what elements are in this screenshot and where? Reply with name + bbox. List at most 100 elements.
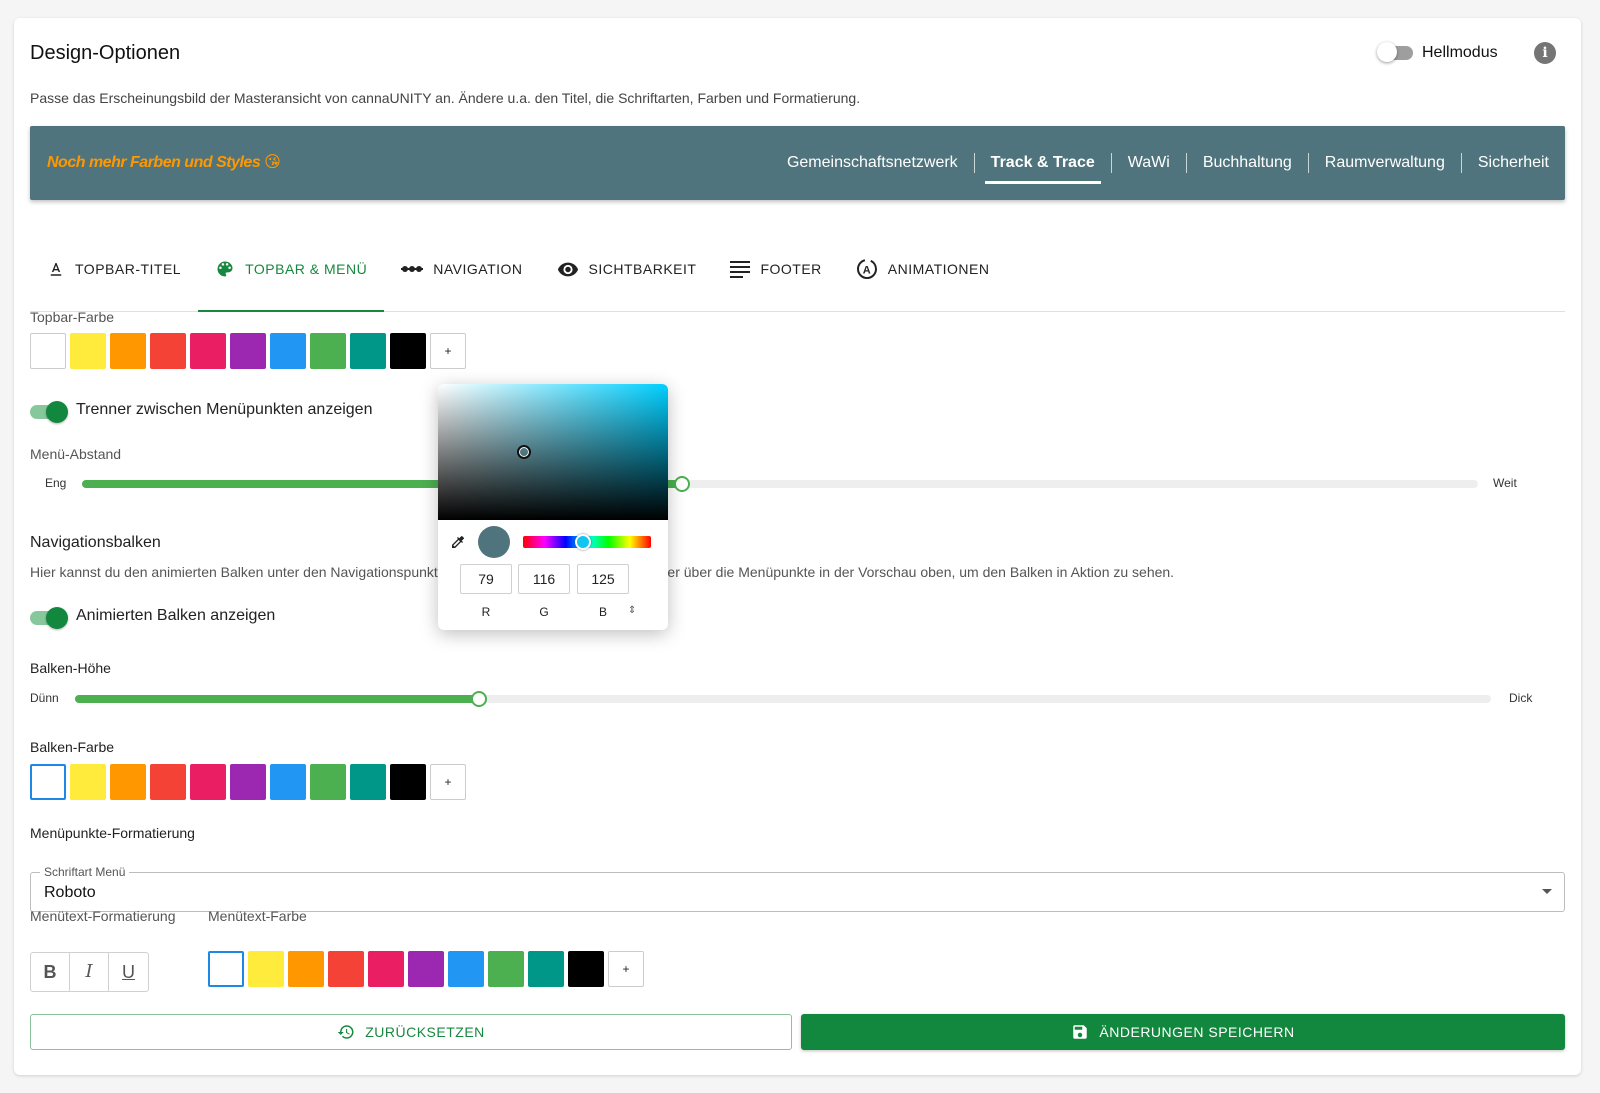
chevron-down-icon: [1542, 889, 1552, 894]
color-swatch-teal[interactable]: [350, 333, 386, 369]
color-swatch-purple[interactable]: [230, 333, 266, 369]
light-mode-switch[interactable]: [1377, 42, 1413, 62]
hue-thumb[interactable]: [575, 534, 592, 550]
custom-color-button[interactable]: +: [430, 333, 466, 369]
color-swatch-purple[interactable]: [408, 951, 444, 987]
text-format-icon: [47, 260, 65, 278]
palette-icon: [215, 259, 235, 279]
menu-spacing-slider[interactable]: [82, 476, 1478, 492]
color-swatch-black[interactable]: [390, 333, 426, 369]
light-mode-label: Hellmodus: [1422, 44, 1498, 61]
color-swatch-orange[interactable]: [110, 764, 146, 800]
underline-button[interactable]: U: [109, 953, 148, 991]
menu-spacing-label: Menü-Abstand: [30, 446, 122, 462]
bold-button[interactable]: B: [31, 953, 70, 991]
tab-navigation[interactable]: NAVIGATION: [384, 226, 539, 311]
green-input[interactable]: 116: [518, 564, 570, 594]
color-swatch-yellow[interactable]: [70, 333, 106, 369]
custom-color-button[interactable]: +: [608, 951, 644, 987]
tab-footer[interactable]: FOOTER: [713, 226, 838, 311]
tab-sichtbarkeit[interactable]: SICHTBARKEIT: [540, 226, 714, 311]
save-icon: [1073, 1025, 1088, 1039]
format-toggle-icon[interactable]: ⇕: [628, 605, 636, 616]
blue-input[interactable]: 125: [577, 564, 629, 594]
info-icon[interactable]: i: [1534, 42, 1556, 64]
bar-height-slider[interactable]: [75, 691, 1491, 707]
color-swatch-pink[interactable]: [190, 333, 226, 369]
color-swatch-orange[interactable]: [110, 333, 146, 369]
saturation-cursor[interactable]: [517, 445, 531, 459]
bar-height-max-label: Dick: [1509, 691, 1533, 705]
color-swatch-blue[interactable]: [270, 333, 306, 369]
blue-label: B: [598, 605, 607, 619]
menu-font-value: Roboto: [44, 884, 96, 901]
saturation-area[interactable]: [438, 384, 668, 520]
preview-menu-item-sicherheit[interactable]: Sicherheit: [1462, 126, 1565, 200]
tab-topbar-titel[interactable]: TOPBAR-TITEL: [30, 226, 198, 311]
color-swatch-yellow[interactable]: [70, 764, 106, 800]
eye-icon: [557, 261, 579, 277]
reset-button[interactable]: ZURÜCKSETZEN: [30, 1014, 792, 1050]
color-swatch-pink[interactable]: [190, 764, 226, 800]
color-swatch-blue[interactable]: [270, 764, 306, 800]
color-swatch-pink[interactable]: [368, 951, 404, 987]
text-format-label: Menütext-Formatierung: [30, 908, 176, 924]
tab-animationen[interactable]: A ANIMATIONEN: [839, 226, 1007, 311]
color-picker-popover: 79 116 125 R G B ⇕: [438, 384, 668, 630]
save-button-label: ÄNDERUNGEN SPEICHERN: [1099, 1024, 1295, 1040]
animated-bar-toggle[interactable]: [30, 607, 68, 629]
current-color-preview: [478, 526, 510, 558]
italic-button[interactable]: I: [70, 953, 109, 991]
color-swatch-yellow[interactable]: [248, 951, 284, 987]
red-input[interactable]: 79: [460, 564, 512, 594]
bar-height-min-label: Dünn: [30, 691, 59, 705]
restore-icon: [337, 1025, 354, 1039]
color-swatch-red[interactable]: [150, 333, 186, 369]
menu-spacing-max-label: Weit: [1493, 476, 1517, 490]
topbar-color-swatches: +: [30, 333, 470, 369]
color-swatch-black[interactable]: [568, 951, 604, 987]
hue-slider[interactable]: [523, 534, 651, 550]
preview-menu-item-gemeinschaftsnetzwerk[interactable]: Gemeinschaftsnetzwerk: [771, 126, 974, 200]
color-swatch-red[interactable]: [328, 951, 364, 987]
preview-menu-item-buchhaltung[interactable]: Buchhaltung: [1187, 126, 1308, 200]
custom-color-button[interactable]: +: [430, 764, 466, 800]
text-format-buttons: B I U: [30, 952, 149, 992]
notes-icon: [730, 260, 751, 278]
green-label: G: [539, 605, 549, 619]
tab-label: ANIMATIONEN: [887, 260, 990, 277]
color-swatch-teal[interactable]: [350, 764, 386, 800]
color-swatch-green[interactable]: [310, 333, 346, 369]
separator-toggle[interactable]: [30, 401, 68, 423]
color-swatch-orange[interactable]: [288, 951, 324, 987]
tab-label: SICHTBARKEIT: [588, 260, 697, 277]
slider-thumb[interactable]: [674, 476, 691, 492]
color-swatch-red[interactable]: [150, 764, 186, 800]
preview-menu: Gemeinschaftsnetzwerk Track & Trace WaWi…: [771, 126, 1565, 200]
color-swatch-green[interactable]: [310, 764, 346, 800]
separator-toggle-label: Trenner zwischen Menüpunkten anzeigen: [76, 401, 373, 418]
preview-menu-item-wawi[interactable]: WaWi: [1112, 126, 1186, 200]
color-swatch-white[interactable]: [208, 951, 244, 987]
slider-thumb[interactable]: [470, 691, 487, 707]
color-swatch-black[interactable]: [390, 764, 426, 800]
color-swatch-teal[interactable]: [528, 951, 564, 987]
color-swatch-white[interactable]: [30, 333, 66, 369]
animated-bar-toggle-label: Animierten Balken anzeigen: [76, 607, 276, 624]
color-swatch-white[interactable]: [30, 764, 66, 800]
text-color-label: Menütext-Farbe: [208, 908, 307, 924]
design-options-card: Design-Optionen Hellmodus i Passe das Er…: [14, 18, 1581, 1075]
bar-color-label: Balken-Farbe: [30, 739, 115, 755]
preview-menu-item-track-trace[interactable]: Track & Trace: [975, 126, 1111, 200]
commit-icon: [401, 262, 424, 276]
preview-title: Noch mehr Farben und Styles 😘: [47, 154, 281, 171]
save-button[interactable]: ÄNDERUNGEN SPEICHERN: [801, 1014, 1565, 1050]
preview-menu-item-raumverwaltung[interactable]: Raumverwaltung: [1309, 126, 1461, 200]
tab-topbar-menu[interactable]: TOPBAR & MENÜ: [198, 226, 385, 312]
color-swatch-green[interactable]: [488, 951, 524, 987]
menu-font-select[interactable]: Schriftart Menü Roboto: [30, 865, 1565, 912]
color-swatch-blue[interactable]: [448, 951, 484, 987]
topbar-preview: Noch mehr Farben und Styles 😘 Gemeinscha…: [30, 126, 1565, 200]
eyedropper-icon[interactable]: [450, 534, 466, 555]
color-swatch-purple[interactable]: [230, 764, 266, 800]
